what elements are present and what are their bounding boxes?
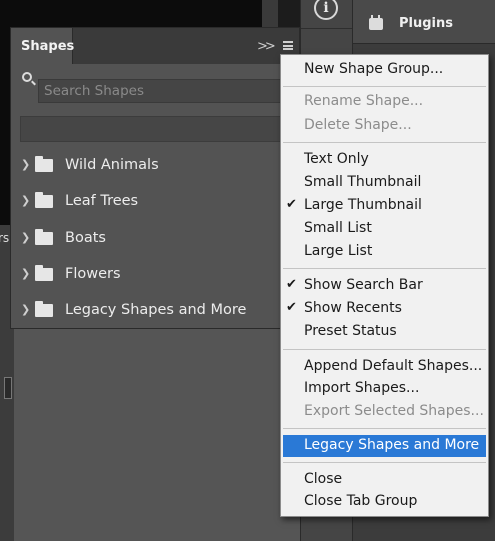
icon-column-divider <box>301 28 353 29</box>
tab-shapes-label: Shapes <box>21 39 75 54</box>
shapes-panel-header: Shapes >> <box>11 28 299 64</box>
shape-group-item[interactable]: ❯ Flowers <box>11 257 299 293</box>
menu-divider <box>283 462 486 463</box>
plugins-label: Plugins <box>399 16 453 31</box>
menu-item-text-only[interactable]: Text Only <box>281 149 488 171</box>
lower-panel-area <box>14 329 300 541</box>
menu-item-preset-status[interactable]: Preset Status <box>281 321 488 343</box>
menu-divider <box>283 349 486 350</box>
menu-item-small-thumbnail[interactable]: Small Thumbnail <box>281 172 488 194</box>
menu-item-label: Large Thumbnail <box>304 197 422 213</box>
menu-item-large-thumbnail[interactable]: ✔ Large Thumbnail <box>281 195 488 217</box>
menu-item-append-default-shapes[interactable]: Append Default Shapes... <box>281 356 488 378</box>
menu-item-label: Small List <box>304 220 372 236</box>
folder-icon <box>35 265 53 281</box>
checkmark-icon: ✔ <box>286 300 297 315</box>
left-panel-fragment-control[interactable] <box>4 377 12 399</box>
shapes-panel: Shapes >> ❯ Wild Animals ❯ Leaf Trees ❯ … <box>10 27 300 329</box>
shape-group-item[interactable]: ❯ Wild Animals <box>11 148 299 184</box>
menu-item-rename-shape: Rename Shape... <box>281 91 488 113</box>
menu-divider <box>283 268 486 269</box>
folder-icon <box>35 156 53 172</box>
shape-group-item[interactable]: ❯ Legacy Shapes and More <box>11 293 299 329</box>
menu-item-import-shapes[interactable]: Import Shapes... <box>281 378 488 400</box>
shape-group-item[interactable]: ❯ Boats <box>11 221 299 257</box>
background-panel-edge-dark <box>278 0 300 30</box>
chevron-right-icon[interactable]: ❯ <box>21 267 30 280</box>
menu-divider <box>283 142 486 143</box>
left-panel-fragment-text: rs <box>0 231 10 245</box>
menu-item-export-selected-shapes: Export Selected Shapes... <box>281 401 488 423</box>
menu-item-large-list[interactable]: Large List <box>281 241 488 263</box>
shape-group-label: Flowers <box>65 266 121 282</box>
folder-icon <box>35 301 53 317</box>
menu-item-close-tab-group[interactable]: Close Tab Group <box>281 491 488 513</box>
menu-item-label: Export Selected Shapes... <box>304 403 484 419</box>
menu-item-label: Large List <box>304 243 373 259</box>
menu-item-show-recents[interactable]: ✔ Show Recents <box>281 298 488 320</box>
panel-menu-icon[interactable] <box>283 41 293 50</box>
menu-item-label: Show Search Bar <box>304 277 423 293</box>
menu-item-label: Rename Shape... <box>304 93 424 109</box>
menu-item-label: Preset Status <box>304 323 397 339</box>
chevron-right-icon[interactable]: ❯ <box>21 194 30 207</box>
shape-group-label: Wild Animals <box>65 157 159 173</box>
menu-item-show-search-bar[interactable]: ✔ Show Search Bar <box>281 275 488 297</box>
search-input[interactable] <box>38 79 299 103</box>
plug-icon <box>369 15 383 30</box>
checkmark-icon: ✔ <box>286 277 297 292</box>
menu-item-label: Close <box>304 471 343 487</box>
shape-group-label: Boats <box>65 230 106 246</box>
menu-item-new-shape-group[interactable]: New Shape Group... <box>281 59 488 81</box>
menu-item-close[interactable]: Close <box>281 469 488 491</box>
folder-icon <box>35 229 53 245</box>
menu-item-legacy-shapes-and-more[interactable]: Legacy Shapes and More <box>283 435 486 457</box>
plugins-tab[interactable]: Plugins <box>353 0 495 44</box>
chevron-right-icon[interactable]: ❯ <box>21 158 30 171</box>
collapse-panel-icon[interactable]: >> <box>257 39 276 54</box>
menu-divider <box>283 86 486 87</box>
shape-group-label: Legacy Shapes and More <box>65 302 247 318</box>
chevron-right-icon[interactable]: ❯ <box>21 231 30 244</box>
shape-group-label: Leaf Trees <box>65 193 139 209</box>
chevron-right-icon[interactable]: ❯ <box>21 303 30 316</box>
menu-item-label: Small Thumbnail <box>304 174 422 190</box>
background-panel-edge <box>262 0 278 30</box>
recents-bar <box>20 116 299 142</box>
folder-icon <box>35 192 53 208</box>
menu-item-label: New Shape Group... <box>304 61 444 77</box>
menu-item-label: Text Only <box>304 151 369 167</box>
menu-item-label: Show Recents <box>304 300 402 316</box>
menu-item-label: Import Shapes... <box>304 380 420 396</box>
checkmark-icon: ✔ <box>286 197 297 212</box>
menu-item-label: Append Default Shapes... <box>304 358 483 374</box>
menu-item-delete-shape: Delete Shape... <box>281 115 488 137</box>
menu-item-label: Close Tab Group <box>304 493 418 509</box>
menu-item-label: Delete Shape... <box>304 117 412 133</box>
menu-item-small-list[interactable]: Small List <box>281 218 488 240</box>
menu-item-label: Legacy Shapes and More <box>304 437 480 453</box>
tab-shapes[interactable]: Shapes <box>11 28 75 64</box>
menu-divider <box>283 428 486 429</box>
panel-options-menu: New Shape Group... Rename Shape... Delet… <box>280 54 489 517</box>
shape-group-item[interactable]: ❯ Leaf Trees <box>11 184 299 220</box>
info-icon[interactable]: i <box>314 0 338 20</box>
search-icon <box>22 72 32 82</box>
